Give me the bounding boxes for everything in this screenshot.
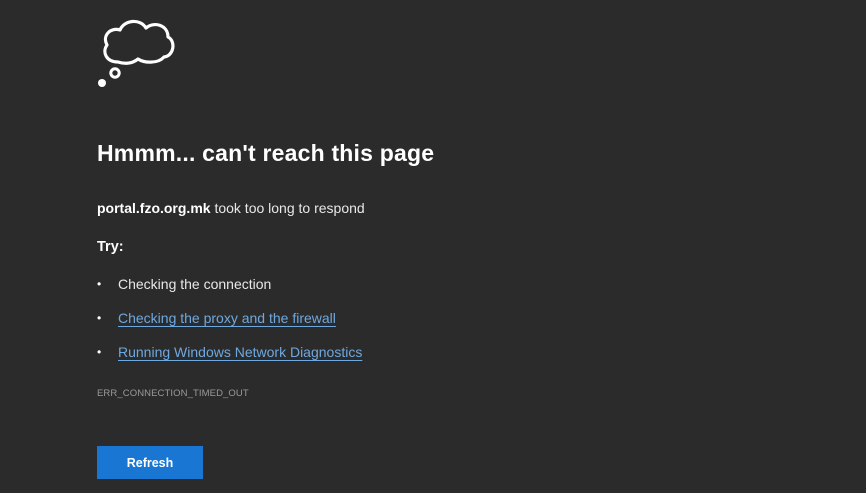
bullet: • <box>97 345 102 359</box>
error-code: ERR_CONNECTION_TIMED_OUT <box>97 388 249 399</box>
suggestion-list: • Checking the connection • Checking the… <box>97 274 362 376</box>
list-item: • Running Windows Network Diagnostics <box>97 342 362 376</box>
error-description: took too long to respond <box>210 200 365 216</box>
error-message: portal.fzo.org.mk took too long to respo… <box>97 200 365 216</box>
page-title: Hmmm... can't reach this page <box>97 140 435 166</box>
link-proxy-firewall[interactable]: Checking the proxy and the firewall <box>118 310 336 326</box>
list-item: • Checking the proxy and the firewall <box>97 308 362 342</box>
host-name: portal.fzo.org.mk <box>97 200 211 216</box>
refresh-button[interactable]: Refresh <box>97 446 203 479</box>
list-item: • Checking the connection <box>97 274 362 308</box>
bullet: • <box>97 277 102 291</box>
thought-cloud-icon <box>98 19 175 87</box>
error-page: Hmmm... can't reach this page portal.fzo… <box>0 0 866 493</box>
try-label: Try: <box>97 239 124 255</box>
suggestion-check-connection: Checking the connection <box>118 276 272 292</box>
bullet: • <box>97 311 102 325</box>
link-network-diagnostics[interactable]: Running Windows Network Diagnostics <box>118 344 362 360</box>
